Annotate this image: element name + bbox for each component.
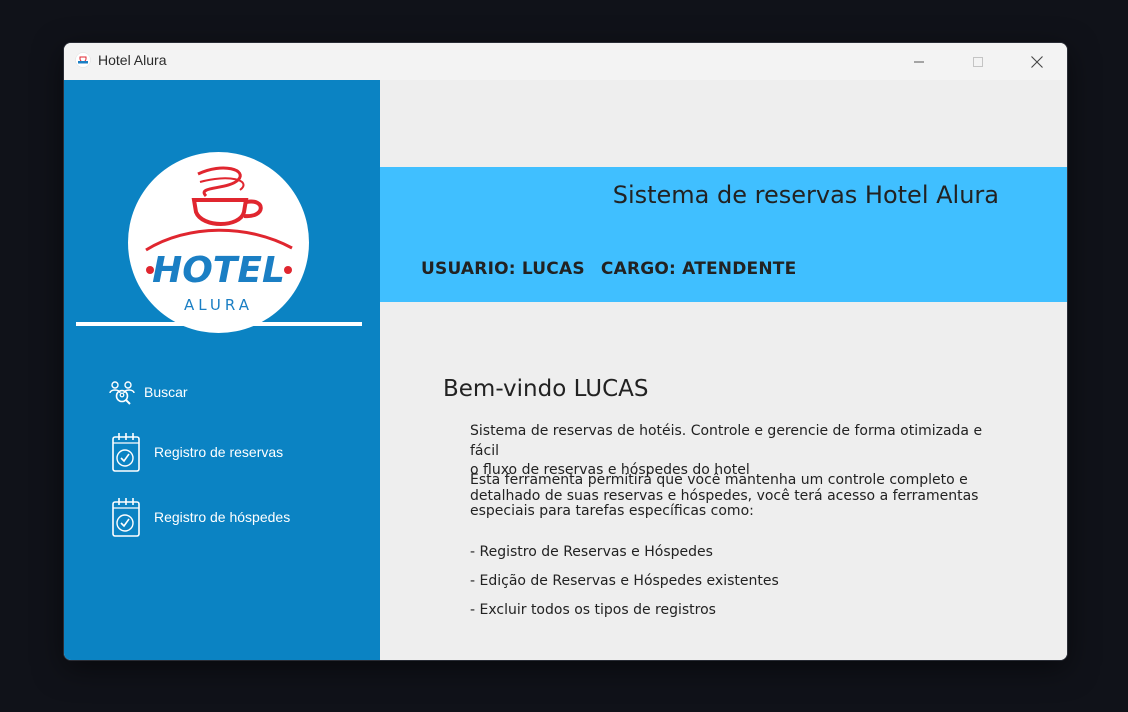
sidebar-divider [76, 322, 362, 326]
main-panel: Sistema de reservas Hotel Alura USUARIO:… [380, 80, 1067, 660]
calendar-check-icon [112, 433, 140, 472]
close-button[interactable] [1014, 43, 1060, 80]
hotel-alura-logo: HOTEL ALURA [128, 152, 309, 333]
description-paragraph-2: Esta ferramenta permitirá que você mante… [470, 472, 1000, 520]
sidebar-item-label: Registro de reservas [154, 444, 284, 460]
sidebar-item-label: Registro de hóspedes [154, 509, 291, 525]
sidebar-item-registro-reservas[interactable]: Registro de reservas [108, 431, 283, 473]
page-title: Sistema de reservas Hotel Alura [612, 181, 999, 209]
sidebar-item-label: Buscar [144, 384, 188, 400]
feature-list-item: - Edição de Reservas e Hóspedes existent… [470, 573, 779, 589]
maximize-button[interactable] [955, 43, 1001, 80]
window-title: Hotel Alura [98, 52, 167, 68]
description-line: Esta ferramenta permitirá que você mante… [470, 472, 968, 488]
app-window: Hotel Alura HOTEL ALURA Buscar Registro … [64, 43, 1067, 660]
header-banner: Sistema de reservas Hotel Alura USUARIO:… [380, 167, 1067, 302]
feature-list-item: - Registro de Reservas e Hóspedes [470, 544, 713, 560]
feature-list-item: - Excluir todos os tipos de registros [470, 602, 716, 618]
maximize-icon [973, 56, 983, 67]
hotel-logo-icon: HOTEL ALURA [145, 166, 293, 314]
user-info: USUARIO: LUCAS CARGO: ATENDENTE [421, 259, 796, 279]
description-line: especiais para tarefas específicas como: [470, 503, 754, 519]
minimize-icon [914, 61, 924, 62]
sidebar-item-registro-hospedes[interactable]: Registro de hóspedes [108, 496, 290, 538]
user-label: USUARIO: LUCAS [421, 259, 585, 279]
sidebar-item-buscar[interactable]: Buscar [108, 378, 188, 406]
welcome-heading: Bem-vindo LUCAS [443, 376, 649, 402]
logo-text-hotel: HOTEL [152, 250, 285, 291]
description-line: detalhado de suas reservas e hóspedes, v… [470, 487, 979, 504]
description-line: Sistema de reservas de hotéis. Controle … [470, 423, 983, 459]
role-label: CARGO: ATENDENTE [600, 259, 797, 279]
minimize-button[interactable] [896, 43, 942, 80]
logo-text-alura: ALURA [184, 296, 253, 314]
calendar-check-icon [112, 498, 140, 537]
title-bar[interactable]: Hotel Alura [64, 43, 1067, 80]
close-icon [1031, 55, 1043, 68]
sidebar: HOTEL ALURA Buscar Registro de reservas … [64, 80, 380, 660]
people-search-icon [109, 381, 135, 405]
hotel-logo-icon [75, 52, 91, 68]
